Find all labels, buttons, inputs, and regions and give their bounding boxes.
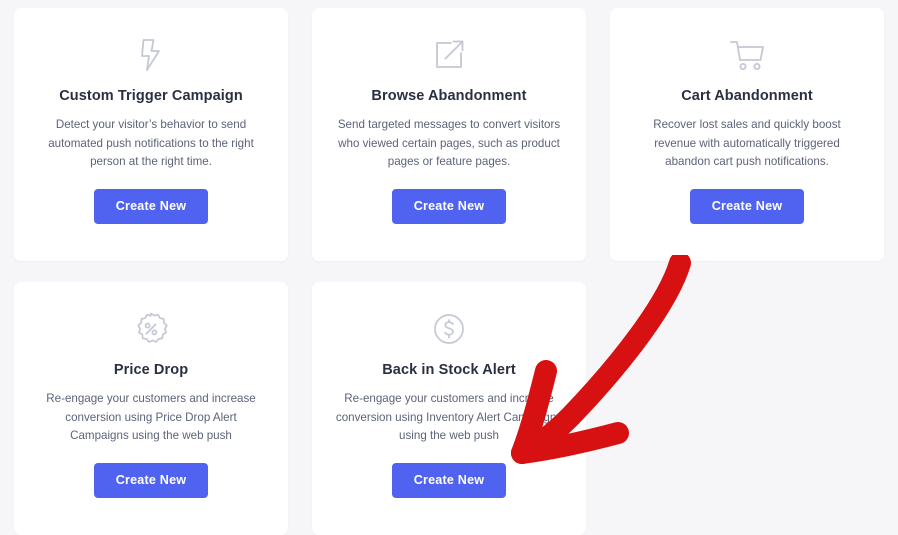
- campaign-card-browse-abandonment[interactable]: Browse Abandonment Send targeted message…: [312, 8, 586, 261]
- card-description: Detect your visitor’s behavior to send a…: [48, 118, 254, 169]
- card-description: Send targeted messages to convert visito…: [337, 118, 561, 169]
- card-title: Browse Abandonment: [371, 88, 527, 104]
- card-title: Price Drop: [113, 362, 189, 378]
- create-new-button[interactable]: Create New: [93, 463, 209, 498]
- card-title: Back in Stock Alert: [382, 362, 516, 378]
- create-new-button[interactable]: Create New: [93, 189, 209, 224]
- create-new-button[interactable]: Create New: [391, 189, 507, 224]
- external-link-icon: [432, 32, 466, 78]
- campaign-type-grid: Custom Trigger Campaign Detect your visi…: [0, 0, 898, 535]
- card-description: Re-engage your customers and increase co…: [335, 392, 563, 443]
- campaign-card-back-in-stock[interactable]: Back in Stock Alert Re-engage your custo…: [312, 282, 586, 535]
- create-new-button[interactable]: Create New: [391, 463, 507, 498]
- card-description: Recover lost sales and quickly boost rev…: [653, 118, 841, 169]
- shopping-cart-icon: [728, 32, 766, 78]
- card-title: Cart Abandonment: [681, 88, 813, 104]
- percent-badge-icon: [133, 306, 169, 352]
- campaign-card-price-drop[interactable]: Price Drop Re-engage your customers and …: [14, 282, 288, 535]
- dollar-circle-icon: [432, 306, 466, 352]
- create-new-button[interactable]: Create New: [689, 189, 805, 224]
- card-title: Custom Trigger Campaign: [59, 88, 243, 104]
- campaign-card-cart-abandonment[interactable]: Cart Abandonment Recover lost sales and …: [610, 8, 884, 261]
- card-description: Re-engage your customers and increase co…: [46, 392, 256, 443]
- campaign-card-custom-trigger[interactable]: Custom Trigger Campaign Detect your visi…: [14, 8, 288, 261]
- lightning-bolt-icon: [136, 32, 166, 78]
